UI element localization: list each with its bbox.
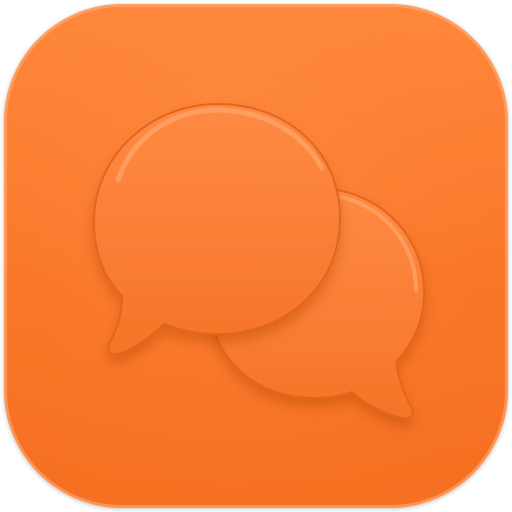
- icon-canvas: [0, 0, 512, 512]
- chat-app-icon[interactable]: [0, 0, 512, 512]
